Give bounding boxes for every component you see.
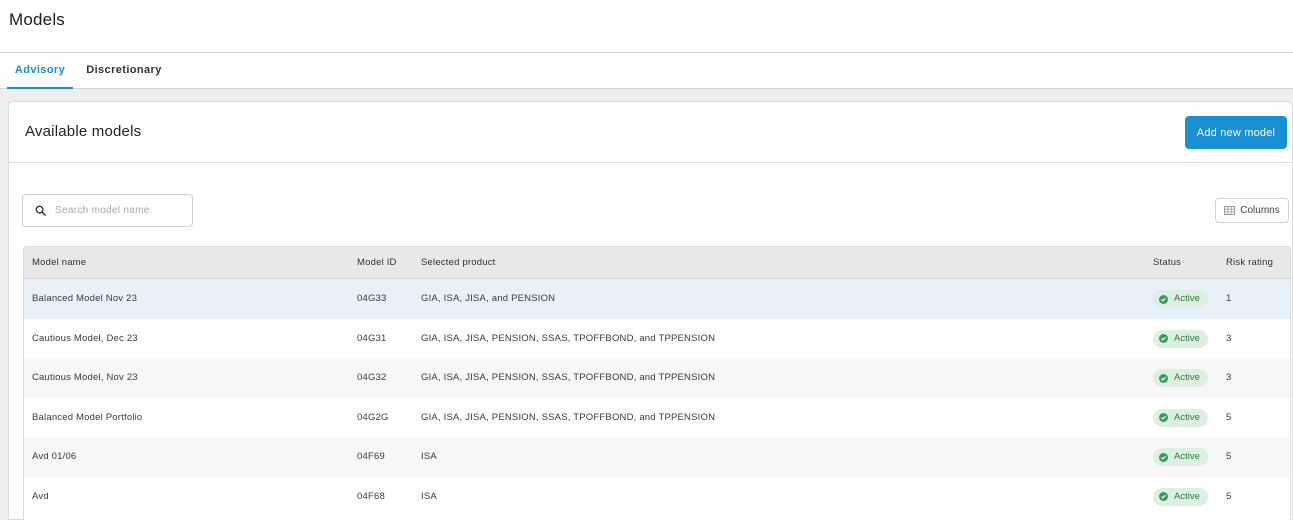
table-row[interactable]: Balanced Model Portfolio 04G2G GIA, ISA,… [24,398,1290,438]
cell-model-name: Cautious Model, Dec 23 [32,332,138,344]
table-row[interactable]: Avd 01/06 04F69 ISA Active 5 [24,437,1290,477]
status-label: Active [1174,411,1200,423]
check-circle-icon [1159,492,1168,501]
search-icon [35,205,46,216]
status-badge: Active [1153,290,1208,308]
card-header: Available models Add new model [9,102,1292,163]
cell-selected-product: GIA, ISA, JISA, PENSION, SSAS, TPOFFBOND… [421,372,716,383]
cell-selected-product: GIA, ISA, JISA, PENSION, SSAS, TPOFFBOND… [421,411,716,423]
cell-selected-product: ISA [421,490,437,502]
cell-risk-rating: 5 [1226,451,1232,462]
cell-risk-rating: 3 [1226,332,1232,344]
tab-discretionary[interactable]: Discretionary [80,53,168,89]
cell-risk-rating: 5 [1226,411,1232,423]
page-title: Models [9,10,66,29]
tab-advisory[interactable]: Advisory [7,53,73,89]
cell-model-id: 04F68 [357,490,385,502]
cell-risk-rating: 1 [1226,293,1232,304]
status-label: Active [1174,372,1200,383]
header-selected-product[interactable]: Selected product [421,247,496,278]
check-circle-icon [1159,373,1168,383]
models-table: Model name Model ID Selected product Sta… [23,246,1291,520]
cell-model-id: 04G31 [357,332,387,344]
cell-risk-rating: 3 [1226,372,1232,383]
status-label: Active [1174,293,1200,304]
tab-bar: Advisory Discretionary [0,53,1293,89]
cell-model-id: 04G2G [357,411,389,423]
header-risk-rating[interactable]: Risk rating [1226,247,1273,278]
columns-button[interactable]: Columns [1215,198,1289,223]
status-label: Active [1174,332,1200,344]
cell-model-id: 04G33 [357,293,387,304]
table-row[interactable]: Avd 04F68 ISA Active 5 [24,477,1290,517]
cell-selected-product: GIA, ISA, JISA, PENSION, SSAS, TPOFFBOND… [421,332,716,344]
status-label: Active [1174,490,1200,502]
models-card: Available models Add new model Columns M… [8,101,1293,520]
check-circle-icon [1159,452,1168,462]
table-row[interactable]: Cautious Model, Nov 23 04G32 GIA, ISA, J… [24,358,1290,398]
cell-selected-product: ISA [421,451,437,462]
check-circle-icon [1159,334,1168,343]
status-badge: Active [1153,369,1208,387]
table-row[interactable]: Balanced Model Nov 23 04G33 GIA, ISA, JI… [24,279,1290,319]
table-header: Model name Model ID Selected product Sta… [24,247,1290,279]
header-model-id[interactable]: Model ID [357,247,397,278]
cell-model-name: Cautious Model, Nov 23 [32,372,138,383]
status-badge: Active [1153,487,1208,506]
cell-risk-rating: 5 [1226,490,1232,502]
cell-model-id: 04G32 [357,372,387,383]
cell-model-name: Avd 01/06 [32,451,77,462]
status-badge: Active [1153,408,1208,427]
add-new-model-button[interactable]: Add new model [1185,116,1287,149]
check-circle-icon [1159,294,1168,304]
cell-model-name: Avd [32,490,49,502]
card-title: Available models [25,123,142,140]
cell-model-id: 04F69 [357,451,385,462]
table-row[interactable]: Cautious Model, Dec 23 04G31 GIA, ISA, J… [24,319,1290,359]
check-circle-icon [1159,413,1168,422]
status-badge: Active [1153,448,1208,466]
header-model-name[interactable]: Model name [32,247,86,278]
status-badge: Active [1153,329,1208,348]
search-box[interactable] [22,194,193,227]
columns-icon [1224,206,1236,215]
cell-model-name: Balanced Model Portfolio [32,411,143,423]
status-label: Active [1174,451,1200,462]
search-input[interactable] [55,195,189,226]
columns-label: Columns [1240,205,1280,216]
cell-model-name: Balanced Model Nov 23 [32,293,138,304]
header-status[interactable]: Status [1153,247,1181,278]
cell-selected-product: GIA, ISA, JISA, and PENSION [421,293,556,304]
